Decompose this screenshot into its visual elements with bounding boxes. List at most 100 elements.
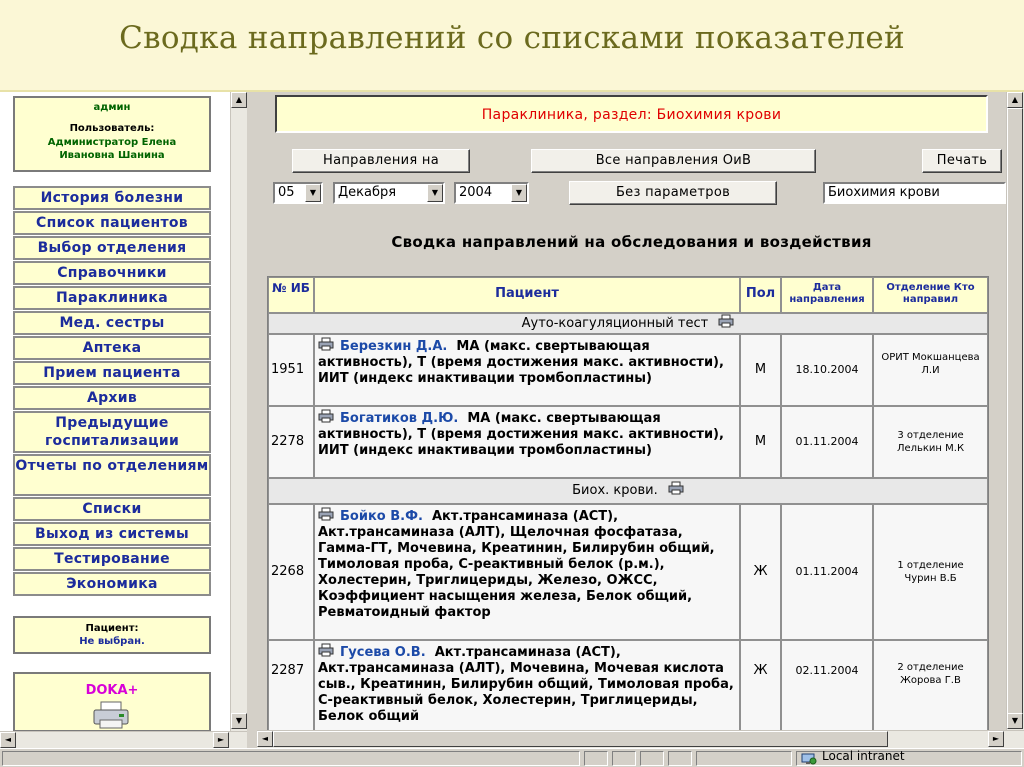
group-title: Ауто-коагуляционный тест [521,316,709,331]
menu-item-department-reports[interactable]: Отчеты по отделениям [13,454,211,496]
brand-logo-text: DOKA+ [85,683,139,698]
menu-item-archive[interactable]: Архив [13,386,211,410]
all-directions-button[interactable]: Все направления ОиВ [531,149,816,173]
scroll-down-arrow-icon[interactable]: ▼ [231,713,247,729]
column-header-date: Дата направления [781,277,873,313]
menu-item-paraclinic[interactable]: Параклиника [13,286,211,310]
patient-label: Пациент: [85,623,139,634]
cell-department: ОРИТ Мокшанцева Л.И [873,334,988,406]
content-horizontal-scrollbar[interactable]: ◄ ► [257,730,1024,748]
cell-department: 1 отделение Чурин В.Б [873,504,988,640]
printer-icon [93,701,129,729]
year-select-value: 2004 [459,185,493,200]
table-row-patient: Богатиков Д.Ю. МА (макс. свертывающая ак… [314,406,740,478]
cell-ib: 2278 [268,406,314,478]
menu-item-nurses[interactable]: Мед. сестры [13,311,211,335]
print-icon[interactable] [718,314,734,328]
day-select-value: 05 [278,185,295,200]
cell-ib: 2268 [268,504,314,640]
month-select[interactable]: Декабря ▼ [333,182,445,204]
slide-title: Сводка направлений со списками показател… [119,20,905,56]
no-params-button[interactable]: Без параметров [569,181,777,205]
scroll-up-arrow-icon[interactable]: ▲ [1007,92,1023,108]
cell-sex: Ж [740,504,781,640]
day-select[interactable]: 05 ▼ [273,182,323,204]
group-title: Биох. крови. [572,483,658,498]
section-header-title: Параклиника, раздел: Биохимия крови [481,107,782,123]
browser-window: админ Пользователь: Администратор Елена … [0,92,1024,767]
status-zone-label: Local intranet [822,749,905,763]
patient-value: Не выбран. [79,636,145,647]
scrollbar-thumb[interactable] [1007,108,1023,716]
left-frame-vertical-scrollbar[interactable]: ▲ ▼ [230,92,247,731]
section-header: Параклиника, раздел: Биохимия крови [275,95,988,133]
table-row-patient: Гусева О.В. Акт.трансаминаза (АСТ), Акт.… [314,640,740,730]
frame-splitter[interactable] [247,92,257,748]
menu-item-patient-list[interactable]: Список пациентов [13,211,211,235]
print-icon[interactable] [318,507,334,521]
column-header-patient: Пациент [314,277,740,313]
chevron-down-icon[interactable]: ▼ [305,184,321,202]
menu-item-pharmacy[interactable]: Аптека [13,336,211,360]
cell-date: 01.11.2004 [781,406,873,478]
table-row-patient: Бойко В.Ф. Акт.трансаминаза (АСТ), Акт.т… [314,504,740,640]
scrollbar-thumb[interactable] [273,731,888,747]
patient-name-link[interactable]: Богатиков Д.Ю. [340,411,458,426]
report-table: № ИБ Пациент Пол Дата направления Отделе… [267,276,989,730]
menu-item-previous-hospitalizations[interactable]: Предыдущие госпитализации [13,411,211,453]
current-patient-box: Пациент: Не выбран. [13,616,211,654]
chevron-down-icon[interactable]: ▼ [511,184,527,202]
chevron-down-icon[interactable]: ▼ [427,184,443,202]
status-segment [612,751,636,766]
user-name: Администратор Елена Ивановна Шанина [47,137,177,161]
left-navigation-frame: админ Пользователь: Администратор Елена … [0,92,230,748]
directions-on-button[interactable]: Направления на [292,149,470,173]
scroll-right-arrow-icon[interactable]: ► [213,732,229,748]
cell-sex: М [740,406,781,478]
cell-date: 18.10.2004 [781,334,873,406]
menu-item-economics[interactable]: Экономика [13,572,211,596]
scroll-down-arrow-icon[interactable]: ▼ [1007,713,1023,729]
year-select[interactable]: 2004 ▼ [454,182,529,204]
patient-name-link[interactable]: Березкин Д.А. [340,339,447,354]
menu-item-select-department[interactable]: Выбор отделения [13,236,211,260]
intranet-zone-icon [801,753,817,765]
menu-item-patient-reception[interactable]: Прием пациента [13,361,211,385]
scroll-up-arrow-icon[interactable]: ▲ [231,92,247,108]
menu-item-testing[interactable]: Тестирование [13,547,211,571]
column-header-ib: № ИБ [268,277,314,313]
column-header-department: Отделение Кто направил [873,277,988,313]
user-label: Пользователь: [69,123,155,134]
cell-ib: 2287 [268,640,314,730]
group-row: Биох. крови. [268,478,988,504]
print-icon[interactable] [668,481,684,495]
scroll-left-arrow-icon[interactable]: ◄ [257,731,273,747]
cell-date: 02.11.2004 [781,640,873,730]
print-icon[interactable] [318,409,334,423]
status-text-segment [2,751,580,766]
menu-item-lists[interactable]: Списки [13,497,211,521]
menu-item-logout[interactable]: Выход из системы [13,522,211,546]
content-vertical-scrollbar[interactable]: ▲ ▼ [1006,92,1024,730]
group-row: Ауто-коагуляционный тест [268,313,988,334]
status-segment [696,751,792,766]
status-bar: Local intranet [0,748,1024,767]
print-icon[interactable] [318,643,334,657]
status-segment [640,751,664,766]
print-button[interactable]: Печать [922,149,1002,173]
report-title: Сводка направлений на обследования и воз… [391,233,872,251]
status-segment [668,751,692,766]
menu-item-directories[interactable]: Справочники [13,261,211,285]
patient-name-link[interactable]: Бойко В.Ф. [340,509,423,524]
filter-input[interactable]: Биохимия крови [823,182,1006,204]
scroll-right-arrow-icon[interactable]: ► [988,731,1004,747]
user-info-box: админ Пользователь: Администратор Елена … [13,96,211,172]
scroll-left-arrow-icon[interactable]: ◄ [0,732,16,748]
menu-item-medical-history[interactable]: История болезни [13,186,211,210]
print-icon[interactable] [318,337,334,351]
patient-name-link[interactable]: Гусева О.В. [340,645,426,660]
brand-box: DOKA+ [13,672,211,732]
month-select-value: Декабря [338,185,397,200]
left-frame-horizontal-scrollbar[interactable]: ◄ ► [0,731,247,748]
status-segment [584,751,608,766]
